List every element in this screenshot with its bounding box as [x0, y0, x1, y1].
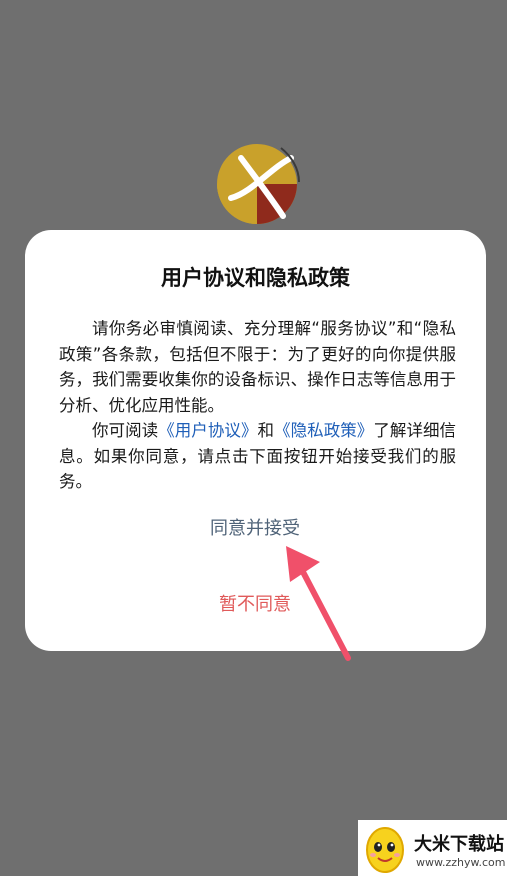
paragraph-2-and: 和	[257, 421, 275, 440]
agreement-paragraph-2: 你可阅读《用户协议》和《隐私政策》了解详细信息。如果你同意，请点击下面按钮开始接…	[59, 418, 456, 495]
agreement-paragraph-1: 请你务必审慎阅读、充分理解“服务协议”和“隐私政策”各条款，包括但不限于：为了更…	[59, 319, 456, 415]
user-agreement-link[interactable]: 《用户协议》	[158, 421, 257, 440]
watermark: 大米下载站 www.zzhyw.com	[358, 820, 507, 876]
arrow-icon	[286, 546, 351, 661]
paragraph-2-prefix: 你可阅读	[92, 421, 159, 440]
dialog-body: 请你务必审慎阅读、充分理解“服务协议”和“隐私政策”各条款，包括但不限于：为了更…	[59, 316, 456, 495]
agreement-dialog: 用户协议和隐私政策 请你务必审慎阅读、充分理解“服务协议”和“隐私政策”各条款，…	[25, 230, 486, 651]
dialog-title: 用户协议和隐私政策	[161, 266, 350, 290]
watermark-url: www.zzhyw.com	[416, 856, 506, 869]
mascot-icon	[366, 827, 404, 873]
privacy-policy-link[interactable]: 《隐私政策》	[274, 421, 373, 440]
agree-button[interactable]: 同意并接受	[155, 514, 355, 540]
watermark-site-name: 大米下载站	[414, 834, 504, 855]
app-logo-icon	[217, 144, 300, 224]
